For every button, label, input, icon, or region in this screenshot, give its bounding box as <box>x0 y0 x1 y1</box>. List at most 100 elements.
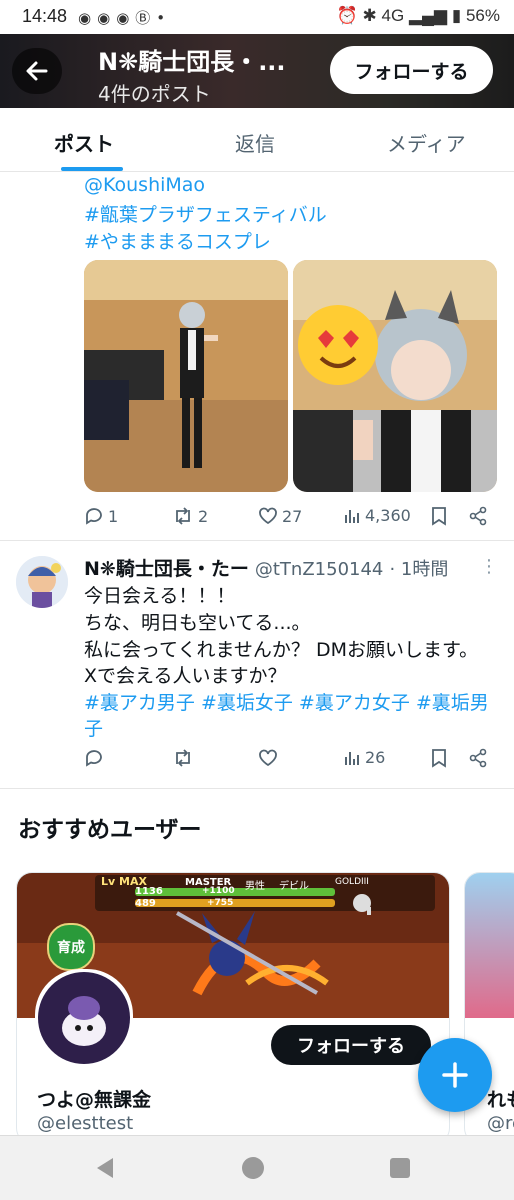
like-button[interactable]: 27 <box>258 506 302 526</box>
reply-button[interactable]: 1 <box>84 506 118 526</box>
hashtag-links[interactable]: 子 <box>84 714 103 741</box>
post-text-line: 今日会える！！！ <box>84 585 236 607</box>
tab-replies[interactable]: 返信 <box>235 128 275 157</box>
banner-race: デビル <box>279 881 309 892</box>
user-handle: @elesttest <box>37 1113 134 1134</box>
avatar-image <box>16 556 68 608</box>
tab-posts[interactable]: ポスト <box>54 128 114 157</box>
user-handle: @re <box>487 1113 514 1134</box>
post-time: · 1時間 <box>389 559 449 580</box>
banner-atk: 489 <box>135 898 156 909</box>
post-header: N❋騎士団長・たー @tTnZ150144 · 1時間 <box>84 554 448 581</box>
banner-atk-bonus: +755 <box>207 898 234 908</box>
back-arrow-icon <box>26 61 48 81</box>
banner-hp-bonus: +1100 <box>202 886 235 896</box>
banner-gold: GOLDIII <box>335 877 369 887</box>
bookmark-button[interactable] <box>430 748 448 768</box>
discord-icon: ◉ <box>97 9 117 27</box>
more-options-icon[interactable]: ⋮ <box>480 556 498 577</box>
share-icon <box>469 506 487 526</box>
repost-button[interactable]: 2 <box>172 506 208 526</box>
home-nav-icon[interactable] <box>241 1156 265 1180</box>
recents-nav-icon[interactable] <box>389 1157 411 1179</box>
mention-link[interactable]: @KoushiMao <box>84 174 205 196</box>
plus-icon <box>442 1062 468 1088</box>
cosplay-photo-selfie <box>293 260 497 492</box>
discord-icon: ◉ <box>78 9 98 27</box>
post-actions: 26 <box>84 748 504 778</box>
back-button[interactable] <box>12 48 62 94</box>
profile-header: N❋騎士団長・... 4件のポスト フォローする <box>0 34 514 108</box>
page-title: N❋騎士団長・... <box>98 48 286 76</box>
cosplay-photo-standing <box>84 260 288 492</box>
follow-user-button[interactable]: フォローする <box>271 1025 431 1065</box>
dot-icon: • <box>156 9 172 27</box>
network-label: 4G <box>381 6 405 25</box>
avatar[interactable] <box>16 556 68 608</box>
tab-media[interactable]: メディア <box>387 128 466 157</box>
reply-icon <box>86 750 102 767</box>
hashtag-link[interactable]: #甑葉プラザフェスティバル <box>84 200 327 227</box>
like-count: 27 <box>282 506 303 526</box>
banner-hp: 1136 <box>135 886 163 897</box>
reply-button[interactable] <box>84 748 104 768</box>
divider <box>0 788 514 789</box>
banner-gender: 男性 <box>245 881 265 892</box>
views-button[interactable]: 4,360 <box>343 506 411 525</box>
post-count: 4件のポスト <box>98 82 211 106</box>
notification-icons: ◉◉◉Ⓑ• <box>78 7 171 28</box>
share-button[interactable] <box>468 506 488 526</box>
follow-button[interactable]: フォローする <box>330 46 493 94</box>
views-icon <box>345 509 359 523</box>
user-name[interactable]: つよ@無課金 <box>37 1085 151 1112</box>
user-avatar[interactable] <box>35 969 133 1067</box>
back-nav-icon[interactable] <box>93 1156 117 1180</box>
views-button[interactable]: 26 <box>343 748 385 767</box>
hashtag-links[interactable]: #裏アカ男子 #裏垢女子 #裏アカ女子 #裏垢男 <box>84 688 489 715</box>
share-icon <box>469 748 487 768</box>
section-title: おすすめユーザー <box>18 817 202 843</box>
repost-icon <box>176 507 190 525</box>
battery-icon: ▮ <box>451 6 462 25</box>
post-photo[interactable] <box>293 260 497 492</box>
hashtag-link[interactable]: #やまままるコスプレ <box>84 227 271 254</box>
repost-icon <box>176 749 190 767</box>
battery-label: 56% <box>465 6 500 25</box>
heart-icon <box>259 749 277 767</box>
reply-icon <box>86 508 102 525</box>
bookmark-button[interactable] <box>430 506 448 526</box>
heart-icon <box>259 507 277 525</box>
post-text-line: Xで会える人いますか？ <box>84 665 287 687</box>
user-name: れも <box>487 1089 514 1111</box>
author-handle[interactable]: @tTnZ150144 <box>255 559 384 580</box>
avatar-image <box>38 972 130 1064</box>
post-actions: 1 2 27 4,360 <box>84 506 504 536</box>
bitcoin-icon: Ⓑ <box>135 9 157 27</box>
user-card[interactable]: Lv MAX MASTER 男性 デビル GOLDIII 1136 +1100 … <box>16 872 450 1144</box>
views-count: 4,360 <box>365 506 411 525</box>
system-nav-bar <box>0 1135 514 1200</box>
post-text-line: ちな、明日も空いてる...。 <box>84 612 311 634</box>
bookmark-icon <box>432 749 446 768</box>
bluetooth-icon: ✱ <box>362 6 377 25</box>
tab-indicator <box>61 167 123 171</box>
compose-button[interactable] <box>418 1038 492 1112</box>
views-icon <box>345 751 359 765</box>
like-button[interactable] <box>258 748 278 768</box>
discord-icon: ◉ <box>116 9 136 27</box>
status-bar: 14:48 ◉◉◉Ⓑ• ⏰ ✱ 4G ▂▄▆ ▮ 56% <box>0 0 514 34</box>
repost-button[interactable] <box>172 748 194 768</box>
repost-count: 2 <box>198 506 209 526</box>
card-banner <box>465 873 514 1018</box>
signal-icon: ▂▄▆ <box>408 6 448 25</box>
status-right: ⏰ ✱ 4G ▂▄▆ ▮ 56% <box>337 6 500 26</box>
post-text-line: 私に会ってくれませんか？ DMお願いします。 <box>84 639 479 661</box>
alarm-icon: ⏰ <box>336 6 358 25</box>
divider <box>0 540 514 541</box>
post-photo[interactable] <box>84 260 288 492</box>
reply-count: 1 <box>108 506 119 526</box>
views-count: 26 <box>365 748 386 767</box>
author-name[interactable]: N❋騎士団長・たー <box>84 558 249 580</box>
share-button[interactable] <box>468 748 488 768</box>
status-time: 14:48 <box>22 6 68 26</box>
